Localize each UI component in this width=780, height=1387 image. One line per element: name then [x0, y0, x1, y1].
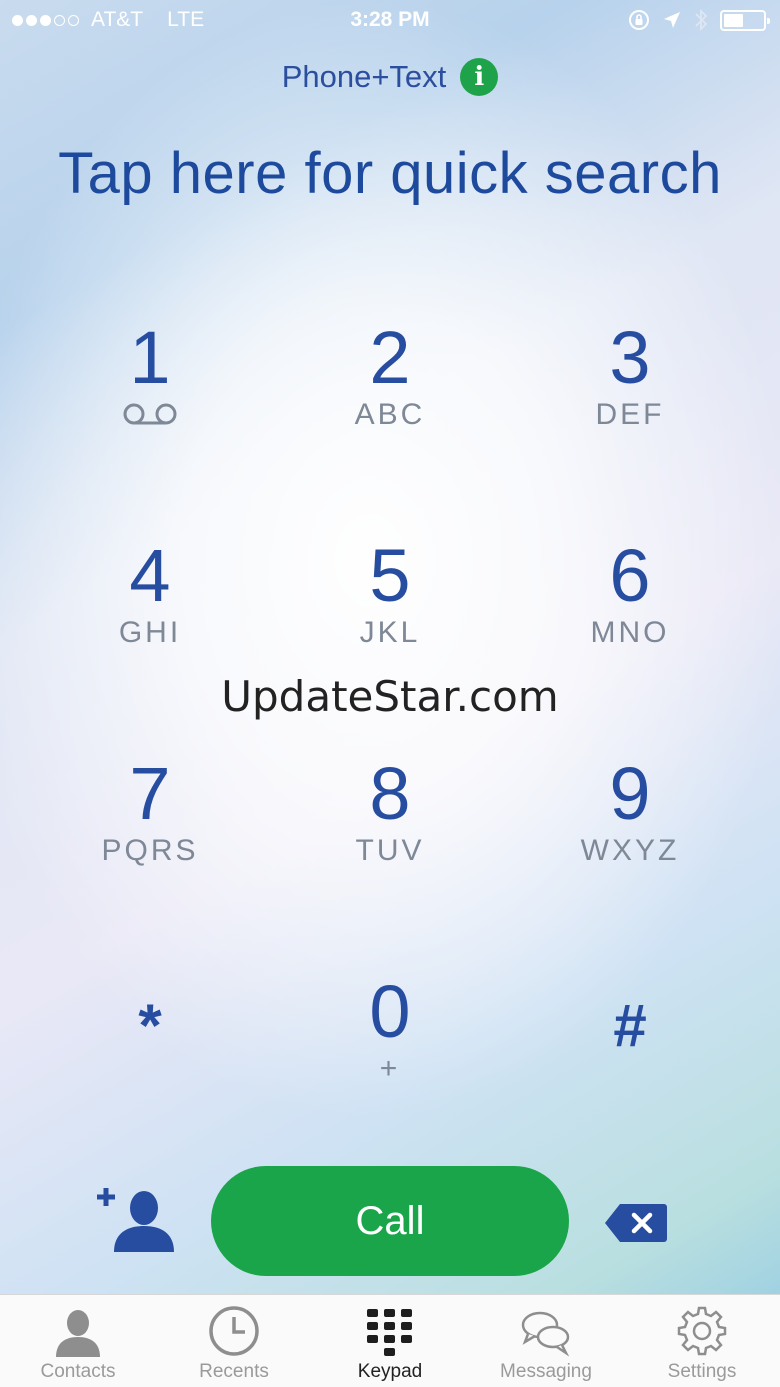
key-letters: ABC [354, 398, 426, 431]
key-digit: 3 [609, 316, 651, 399]
key-digit: 4 [129, 534, 171, 617]
tab-label: Recents [199, 1361, 269, 1382]
app-title: Phone+Text [281, 59, 447, 94]
battery-icon [720, 9, 770, 31]
key-digit: 6 [609, 534, 651, 617]
key-digit: 7 [129, 752, 171, 835]
key-0[interactable]: 0 + [270, 972, 510, 1190]
key-8[interactable]: 8 TUV [270, 754, 510, 972]
location-arrow-icon [664, 12, 680, 28]
status-bar: AT&T LTE 3:28 PM [0, 0, 780, 40]
tab-label: Settings [667, 1361, 737, 1382]
key-digit: 9 [609, 752, 651, 835]
tab-messaging[interactable]: Messaging [468, 1295, 624, 1387]
key-letters: MNO [590, 616, 670, 649]
tab-label: Keypad [357, 1361, 423, 1382]
key-digit: 1 [129, 316, 171, 399]
call-button[interactable]: Call [211, 1166, 569, 1276]
battery-level-fill [724, 13, 743, 27]
tab-label: Contacts [40, 1361, 116, 1382]
person-icon [56, 1310, 100, 1357]
key-letters: PQRS [101, 834, 199, 867]
key-digit: 8 [369, 752, 411, 835]
tab-settings[interactable]: Settings [624, 1295, 780, 1387]
status-right [628, 8, 770, 32]
key-4[interactable]: 4 GHI [30, 536, 270, 754]
gear-icon [677, 1306, 727, 1356]
key-letters: JKL [359, 616, 421, 649]
key-9[interactable]: 9 WXYZ [510, 754, 750, 972]
app-header: Phone+Text i [0, 58, 780, 96]
key-letters: TUV [355, 834, 425, 867]
key-star[interactable]: * [30, 972, 270, 1190]
bluetooth-icon [695, 8, 708, 32]
key-6[interactable]: 6 MNO [510, 536, 750, 754]
key-1[interactable]: 1 [30, 318, 270, 536]
key-digit: 2 [369, 316, 411, 399]
key-digit: 0 [369, 970, 411, 1053]
chat-bubbles-icon [521, 1311, 570, 1357]
key-letters: DEF [595, 398, 665, 431]
key-digit: # [613, 992, 647, 1059]
key-hash[interactable]: # [510, 972, 750, 1190]
key-3[interactable]: 3 DEF [510, 318, 750, 536]
key-letters: WXYZ [580, 834, 680, 867]
key-2[interactable]: 2 ABC [270, 318, 510, 536]
keypad-grid-icon [367, 1309, 412, 1356]
clock-icon [209, 1306, 259, 1356]
info-icon[interactable]: i [460, 58, 499, 96]
key-5[interactable]: 5 JKL [270, 536, 510, 754]
tab-recents[interactable]: Recents [156, 1295, 312, 1387]
key-digit: 5 [369, 534, 411, 617]
key-7[interactable]: 7 PQRS [30, 754, 270, 972]
quick-search-button[interactable]: Tap here for quick search [0, 140, 780, 207]
voicemail-icon [123, 403, 177, 425]
tab-label: Messaging [500, 1361, 592, 1382]
tab-keypad[interactable]: Keypad [312, 1295, 468, 1387]
key-digit: * [138, 992, 162, 1059]
backspace-icon[interactable] [604, 1202, 668, 1244]
rotation-lock-icon [629, 10, 649, 30]
watermark-text: UpdateStar.com [221, 672, 559, 721]
key-letters: + [379, 1052, 401, 1085]
dial-keypad: 1 2 ABC 3 DEF 4 GHI 5 JKL 6 MNO 7 PQRS 8… [30, 318, 750, 1190]
add-contact-icon[interactable] [96, 1184, 176, 1254]
key-letters: GHI [118, 616, 182, 649]
tab-contacts[interactable]: Contacts [0, 1295, 156, 1387]
tab-bar: Contacts Recents Keypad Messaging Settin… [0, 1294, 780, 1387]
phone-screen: AT&T LTE 3:28 PM Phone+Text i Tap here f… [0, 0, 780, 1387]
